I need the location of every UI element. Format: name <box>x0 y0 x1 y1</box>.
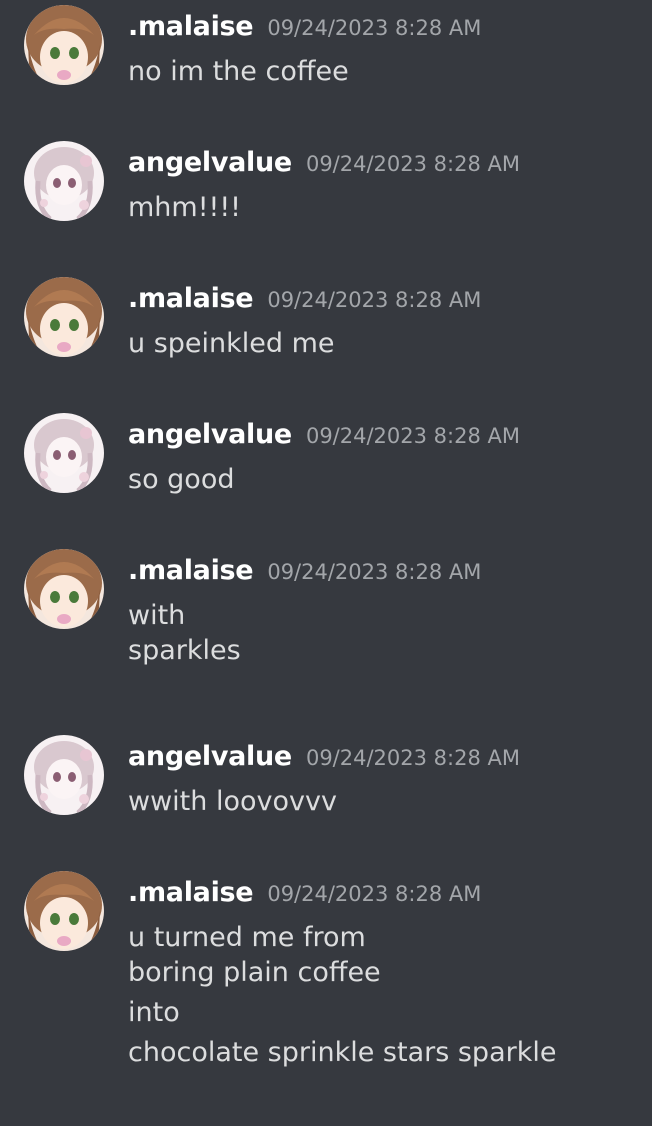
timestamp: 09/24/2023 8:28 AM <box>305 746 520 770</box>
username[interactable]: .malaise <box>128 11 254 42</box>
timestamp: 09/24/2023 8:28 AM <box>267 16 482 40</box>
message-line: sparkles <box>128 635 241 666</box>
timestamp: 09/24/2023 8:28 AM <box>305 152 520 176</box>
message-line: wwith loovovvv <box>128 786 337 817</box>
message-header: angelvalue 09/24/2023 8:28 AM <box>128 741 520 777</box>
username[interactable]: angelvalue <box>128 419 292 450</box>
message-content: mhm!!!! <box>128 188 241 228</box>
malaise-avatar[interactable] <box>24 5 104 85</box>
username[interactable]: angelvalue <box>128 741 292 772</box>
timestamp: 09/24/2023 8:28 AM <box>267 288 482 312</box>
message-header: .malaise 09/24/2023 8:28 AM <box>128 283 481 319</box>
angelvalue-avatar[interactable] <box>24 141 104 221</box>
avatar-image-malaise <box>24 871 104 951</box>
malaise-avatar[interactable] <box>24 871 104 951</box>
angelvalue-avatar[interactable] <box>24 735 104 815</box>
message-content: wwith loovovvv <box>128 782 337 822</box>
message-line: chocolate sprinkle stars sparkle <box>128 1037 557 1068</box>
message-content: u speinkled me <box>128 324 335 364</box>
username[interactable]: .malaise <box>128 555 254 586</box>
avatar-image-angelvalue <box>24 413 104 493</box>
avatar-image-angelvalue <box>24 141 104 221</box>
message-content: u turned me from boring plain coffee int… <box>128 918 556 1078</box>
avatar-image-malaise <box>24 549 104 629</box>
timestamp: 09/24/2023 8:28 AM <box>305 424 520 448</box>
avatar-image-malaise <box>24 277 104 357</box>
message-header: .malaise 09/24/2023 8:28 AM <box>128 555 481 591</box>
username[interactable]: angelvalue <box>128 147 292 178</box>
avatar-image-angelvalue <box>24 735 104 815</box>
message-line: mhm!!!! <box>128 192 242 223</box>
message-content: with sparkles <box>128 596 241 676</box>
username[interactable]: .malaise <box>128 283 254 314</box>
message-header: angelvalue 09/24/2023 8:28 AM <box>128 419 520 455</box>
message-line: u speinkled me <box>128 328 335 359</box>
malaise-avatar[interactable] <box>24 549 104 629</box>
malaise-avatar[interactable] <box>24 277 104 357</box>
angelvalue-avatar[interactable] <box>24 413 104 493</box>
avatar-image-malaise <box>24 5 104 85</box>
message-content: so good <box>128 460 234 500</box>
chat-messages: .malaise 09/24/2023 8:28 AM no im the cof… <box>0 0 652 1126</box>
message-line: so good <box>128 464 235 495</box>
username[interactable]: .malaise <box>128 877 254 908</box>
message-content: no im the coffee <box>128 52 349 92</box>
timestamp: 09/24/2023 8:28 AM <box>267 560 482 584</box>
timestamp: 09/24/2023 8:28 AM <box>267 882 482 906</box>
message-header: .malaise 09/24/2023 8:28 AM <box>128 11 481 47</box>
message-header: angelvalue 09/24/2023 8:28 AM <box>128 147 520 183</box>
message-line: no im the coffee <box>128 56 349 87</box>
message-header: .malaise 09/24/2023 8:28 AM <box>128 877 481 913</box>
